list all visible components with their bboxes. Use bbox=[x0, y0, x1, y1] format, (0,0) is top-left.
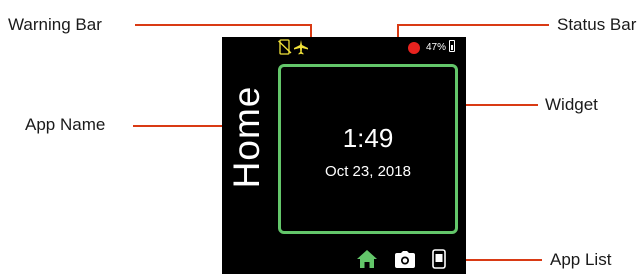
callout-label-app-list: App List bbox=[550, 250, 612, 269]
no-phone-icon bbox=[278, 39, 292, 55]
clock-widget[interactable]: 1:49 Oct 23, 2018 bbox=[278, 64, 458, 234]
battery-icon bbox=[449, 40, 455, 52]
camera-icon[interactable] bbox=[395, 251, 415, 268]
leader-app-name bbox=[133, 125, 223, 127]
battery-percent: 47% bbox=[426, 42, 447, 53]
widget-date: Oct 23, 2018 bbox=[325, 163, 411, 180]
callout-label-warning-bar: Warning Bar bbox=[8, 15, 102, 34]
phone-app-icon[interactable] bbox=[432, 249, 446, 269]
widget-time: 1:49 bbox=[342, 123, 394, 153]
record-indicator-icon bbox=[408, 42, 420, 54]
app-name-label: Home bbox=[226, 85, 267, 189]
leader-warning-bar bbox=[135, 24, 311, 26]
callout-label-status-bar: Status Bar bbox=[557, 15, 637, 34]
leader-status-bar bbox=[397, 24, 549, 26]
airplane-icon bbox=[294, 40, 308, 55]
callout-label-app-name: App Name bbox=[25, 115, 106, 134]
callout-label-widget: Widget bbox=[545, 95, 598, 114]
app-name: Home bbox=[222, 37, 272, 237]
home-icon[interactable] bbox=[356, 249, 378, 269]
